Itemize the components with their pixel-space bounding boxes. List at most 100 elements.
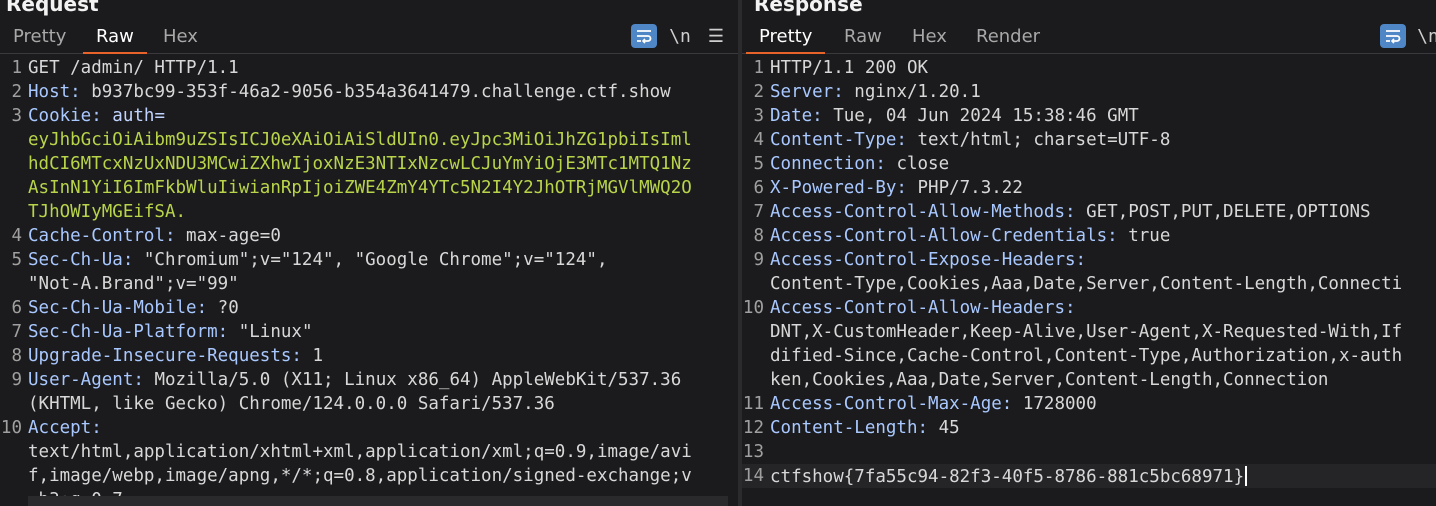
line-number: 9 <box>753 250 764 270</box>
response-tabs: Pretty Raw Hex Render <box>742 20 1436 54</box>
header-value: f,image/webp,image/apng,*/*;q=0.8,applic… <box>28 466 692 486</box>
response-line-text: dified-Since,Cache-Control,Content-Type,… <box>770 346 1402 366</box>
line-number: 3 <box>753 106 764 126</box>
cookie-token-part: hdCI6MTcxNzUxNDU3MCwiZXhwIjoxNzE3NTIxNzc… <box>28 154 692 174</box>
header-value: Content-Type,Cookies,Aaa,Date,Server,Con… <box>770 274 1403 294</box>
newline-toggle-icon[interactable]: \n <box>1416 24 1436 48</box>
line-number: 7 <box>753 202 764 222</box>
cookie-token-part: AsInN1YiI6ImFkbWluIiwianRpIjoiZWE4ZmY4YT… <box>28 178 692 198</box>
header-value: Mozilla/5.0 (X11; Linux x86_64) AppleWeb… <box>143 370 682 390</box>
line-number: 9 <box>11 370 22 390</box>
response-line-text: X-Powered-By: PHP/7.3.22 <box>770 178 1023 198</box>
line-number: 7 <box>11 322 22 342</box>
header-value: (KHTML, like Gecko) Chrome/124.0.0.0 Saf… <box>28 394 555 414</box>
header-value: 1 <box>301 346 324 366</box>
response-line-text: Content-Length: 45 <box>770 418 960 438</box>
header-value: dified-Since,Cache-Control,Content-Type,… <box>770 346 1403 366</box>
header-name: User-Agent: <box>28 370 144 390</box>
header-value: "Chromium";v="124", "Google Chrome";v="1… <box>133 250 608 270</box>
header-value: true <box>1117 226 1171 246</box>
header-value: Tue, 04 Jun 2024 15:38:46 GMT <box>822 106 1139 126</box>
tab-response-raw[interactable]: Raw <box>831 24 895 52</box>
line-number: 10 <box>742 298 764 318</box>
line-number: 6 <box>11 298 22 318</box>
header-name: Sec-Ch-Ua-Mobile: <box>28 298 208 318</box>
header-name: Sec-Ch-Ua-Platform: <box>28 322 229 342</box>
header-value: "Linux" <box>228 322 313 342</box>
header-value: close <box>885 154 950 174</box>
header-name: Connection: <box>770 154 886 174</box>
response-line-text: ctfshow{7fa55c94-82f3-40f5-8786-881c5bc6… <box>770 466 1248 487</box>
text-cursor <box>1245 466 1248 486</box>
tab-response-pretty[interactable]: Pretty <box>746 24 826 54</box>
header-value: text/html; charset=UTF-8 <box>906 130 1171 150</box>
request-editor[interactable]: 1 GET /admin/ HTTP/1.1 2 Host: b937bc99-… <box>0 56 738 506</box>
line-number: 8 <box>753 226 764 246</box>
header-name: Host: <box>28 82 81 102</box>
response-line-text: Access-Control-Allow-Methods: GET,POST,P… <box>770 202 1371 222</box>
header-name: X-Powered-By: <box>770 178 907 198</box>
line-number: 8 <box>11 346 22 366</box>
response-body-flag: ctfshow{7fa55c94-82f3-40f5-8786-881c5bc6… <box>770 467 1245 487</box>
line-number: 2 <box>753 82 764 102</box>
header-value: 1728000 <box>1012 394 1097 414</box>
header-value: b937bc99-353f-46a2-9056-b354a3641479.cha… <box>80 82 671 102</box>
response-title: Response <box>754 0 863 16</box>
line-number: 14 <box>742 466 764 486</box>
header-value: nginx/1.20.1 <box>843 82 981 102</box>
response-line-text: Server: nginx/1.20.1 <box>770 82 981 102</box>
response-line-text: DNT,X-CustomHeader,Keep-Alive,User-Agent… <box>770 322 1402 342</box>
line-number: 11 <box>742 394 764 414</box>
request-line-text: GET /admin/ HTTP/1.1 <box>28 58 239 78</box>
cookie-name: auth= <box>101 106 165 126</box>
header-name: Sec-Ch-Ua: <box>28 250 134 270</box>
header-value: ?0 <box>207 298 239 318</box>
header-value: GET,POST,PUT,DELETE,OPTIONS <box>1075 202 1371 222</box>
line-number: 4 <box>753 130 764 150</box>
line-number: 4 <box>11 226 22 246</box>
header-value: max-age=0 <box>175 226 281 246</box>
response-line-text: Date: Tue, 04 Jun 2024 15:38:46 GMT <box>770 106 1139 126</box>
response-line-text: Access-Control-Allow-Headers: <box>770 298 1076 318</box>
request-pane: Request Pretty Raw Hex \n ☰ 1 GET /admin… <box>0 0 738 506</box>
response-line-text: HTTP/1.1 200 OK <box>770 58 928 78</box>
line-number: 2 <box>11 82 22 102</box>
header-value: ken,Cookies,Aaa,Date,Server,Content-Leng… <box>770 370 1329 390</box>
wrap-lines-icon[interactable] <box>631 24 657 48</box>
response-pane: Response Pretty Raw Hex Render \n 1 HTTP/… <box>742 0 1436 506</box>
header-name: Upgrade-Insecure-Requests: <box>28 346 302 366</box>
line-number: 5 <box>11 250 22 270</box>
newline-toggle-icon[interactable]: \n <box>668 24 692 48</box>
header-name: Server: <box>770 82 844 102</box>
header-name: Access-Control-Allow-Credentials: <box>770 226 1118 246</box>
tab-request-hex[interactable]: Hex <box>150 24 211 52</box>
response-line-text: Content-Type,Cookies,Aaa,Date,Server,Con… <box>770 274 1402 294</box>
header-name: Access-Control-Expose-Headers: <box>770 250 1087 270</box>
cookie-token-part: TJhOWIyMGEifSA. <box>28 202 187 222</box>
tab-request-raw[interactable]: Raw <box>83 24 147 54</box>
line-number: 12 <box>742 418 764 438</box>
line-number: 6 <box>753 178 764 198</box>
response-line-text: Access-Control-Allow-Credentials: true <box>770 226 1170 246</box>
horizontal-scrollbar[interactable] <box>28 496 728 506</box>
request-title: Request <box>6 0 99 16</box>
request-tabs: Pretty Raw Hex <box>0 20 738 54</box>
tab-response-render[interactable]: Render <box>963 24 1053 52</box>
header-name: Cache-Control: <box>28 226 176 246</box>
response-line-text: Access-Control-Max-Age: 1728000 <box>770 394 1097 414</box>
header-name: Cookie: <box>28 106 102 126</box>
wrap-lines-icon[interactable] <box>1380 24 1406 48</box>
header-name: Accept: <box>28 418 102 438</box>
header-name: Access-Control-Allow-Headers: <box>770 298 1076 318</box>
response-editor[interactable]: 1 HTTP/1.1 200 OK 2 Server: nginx/1.20.1 3 Da… <box>742 56 1436 506</box>
line-number: 10 <box>0 418 22 438</box>
menu-icon[interactable]: ☰ <box>704 24 728 48</box>
header-name: Content-Type: <box>770 130 907 150</box>
tab-response-hex[interactable]: Hex <box>899 24 960 52</box>
tab-request-pretty[interactable]: Pretty <box>0 24 79 52</box>
header-value: PHP/7.3.22 <box>906 178 1023 198</box>
header-name: Access-Control-Allow-Methods: <box>770 202 1076 222</box>
header-value: DNT,X-CustomHeader,Keep-Alive,User-Agent… <box>770 322 1403 342</box>
header-value: 45 <box>928 418 960 438</box>
line-number: 3 <box>11 106 22 126</box>
